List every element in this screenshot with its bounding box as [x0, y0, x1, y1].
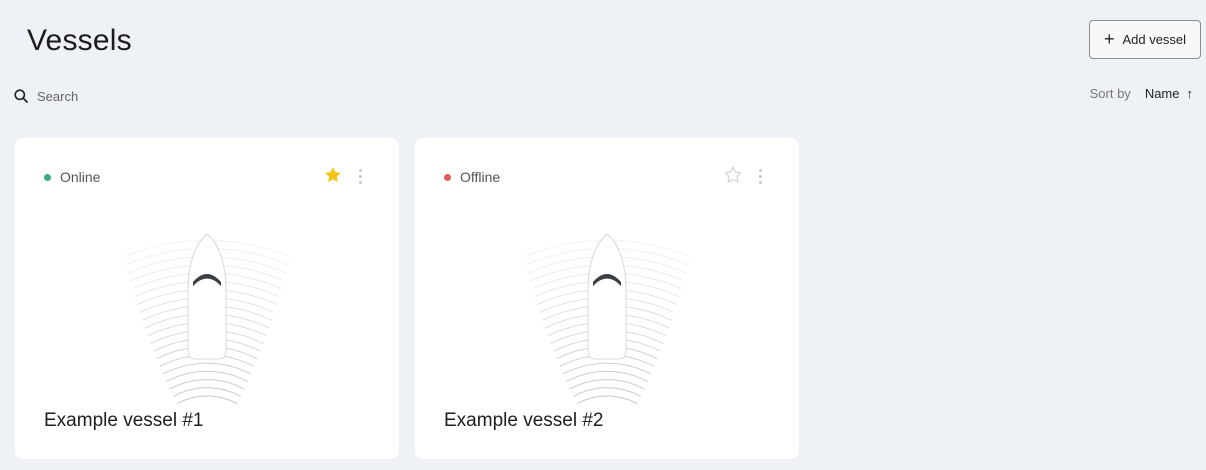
status-dot [444, 173, 451, 181]
vessels-page: Vessels + Add vessel Sort by Name ↑ Onli… [0, 0, 1206, 470]
add-vessel-button[interactable]: + Add vessel [1089, 20, 1201, 59]
plus-icon: + [1103, 28, 1115, 49]
sort-label: Sort by [1089, 86, 1131, 101]
status-text: Online [60, 169, 101, 185]
more-options-icon[interactable] [753, 165, 767, 187]
status-text: Offline [460, 169, 501, 185]
sort-value: Name [1144, 86, 1180, 101]
sort-control: Sort by Name ↑ [1090, 86, 1193, 101]
vessel-card[interactable]: Online Example vessel #1 [15, 138, 399, 459]
vessel-card[interactable]: Offline Example vessel #2 [415, 138, 799, 459]
add-vessel-label: Add vessel [1122, 32, 1187, 47]
search-bar [14, 84, 334, 108]
status-indicator: Online [44, 169, 100, 185]
search-input[interactable] [37, 88, 297, 104]
more-options-icon[interactable] [353, 165, 367, 187]
star-filled-icon[interactable] [323, 165, 343, 185]
search-icon [14, 89, 28, 103]
vessel-name: Example vessel #2 [444, 410, 604, 431]
status-dot [44, 173, 51, 181]
status-indicator: Offline [444, 169, 500, 185]
star-outline-icon[interactable] [723, 165, 743, 185]
arrow-up-icon: ↑ [1186, 86, 1194, 101]
page-title: Vessels [27, 24, 132, 57]
sort-select[interactable]: Name ↑ [1145, 86, 1193, 101]
vessel-name: Example vessel #1 [44, 410, 204, 431]
